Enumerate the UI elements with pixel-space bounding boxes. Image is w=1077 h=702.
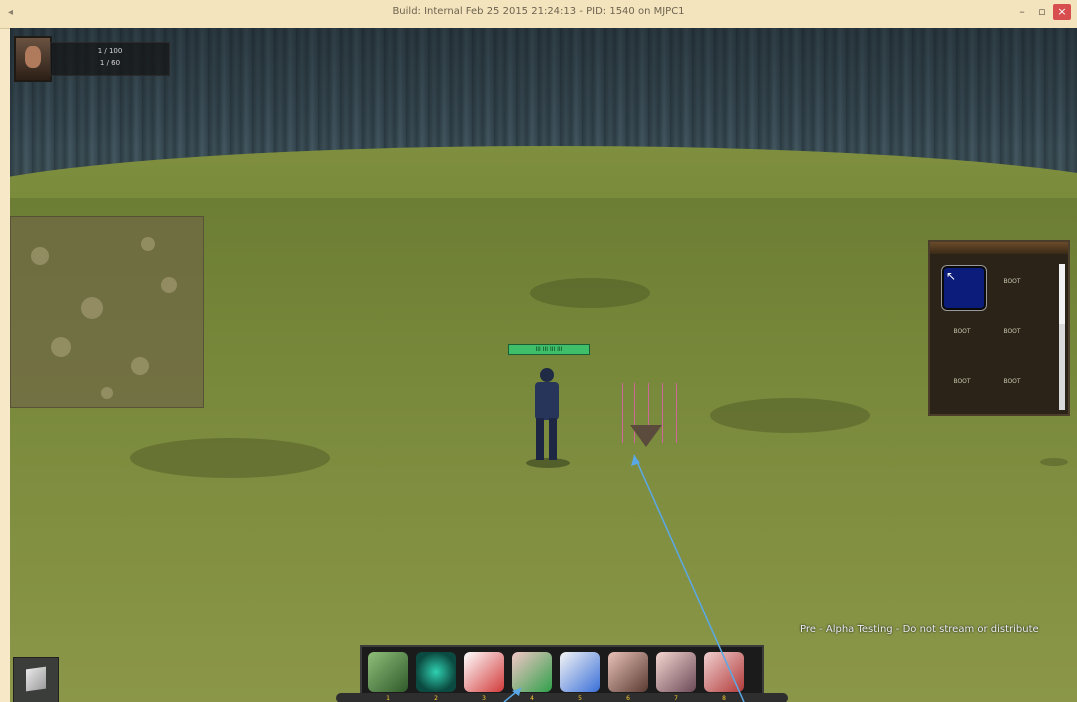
minimap-marker bbox=[131, 357, 149, 375]
cube-icon bbox=[26, 666, 46, 692]
skill-slot-2[interactable]: 2 bbox=[416, 652, 456, 702]
ground-patch bbox=[1040, 458, 1068, 466]
minimize-button[interactable]: – bbox=[1013, 4, 1031, 20]
skill-key: 7 bbox=[674, 695, 678, 702]
ground-patch bbox=[530, 278, 650, 308]
marker-line bbox=[622, 383, 623, 443]
nameplate-text: III III III III bbox=[535, 346, 563, 353]
inventory-panel[interactable]: ↖ BOOT BOOT BOOT BOOT BOOT bbox=[928, 240, 1070, 416]
skill-key: 4 bbox=[530, 695, 534, 702]
action-bar: 1 2 3 4 5 6 7 8 bbox=[336, 645, 788, 702]
minimap-marker bbox=[31, 247, 49, 265]
health-readout: 1 / 100 bbox=[97, 47, 123, 55]
close-button[interactable]: × bbox=[1053, 4, 1071, 20]
skill-key: 2 bbox=[434, 695, 438, 702]
character-head bbox=[540, 368, 554, 382]
slot-label: BOOT bbox=[1003, 278, 1021, 285]
pre-alpha-watermark: Pre - Alpha Testing - Do not stream or d… bbox=[800, 624, 1039, 635]
ground-patch bbox=[710, 398, 870, 433]
slot-label: BOOT bbox=[1003, 378, 1021, 385]
portrait-face-icon bbox=[25, 46, 41, 68]
skill-slot-4[interactable]: 4 bbox=[512, 652, 552, 702]
skill-slot-1[interactable]: 1 bbox=[368, 652, 408, 702]
inventory-slot-active[interactable]: ↖ bbox=[942, 266, 986, 310]
player-status-bars: 1 / 100 1 / 60 bbox=[50, 42, 170, 76]
skill-key: 1 bbox=[386, 695, 390, 702]
window-titlebar: ◂ Build: Internal Feb 25 2015 21:24:13 -… bbox=[0, 0, 1077, 29]
inventory-slot[interactable]: BOOT bbox=[992, 366, 1032, 406]
inventory-scroll-thumb[interactable] bbox=[1059, 264, 1065, 324]
skill-slot-7[interactable]: 7 bbox=[656, 652, 696, 702]
inventory-slot[interactable]: BOOT bbox=[992, 316, 1032, 356]
player-character[interactable] bbox=[522, 368, 572, 468]
minimap-marker bbox=[161, 277, 177, 293]
character-shadow bbox=[526, 458, 570, 468]
minimap-marker bbox=[81, 297, 103, 319]
maximize-button[interactable]: ▫ bbox=[1033, 4, 1051, 20]
skill-slot-8[interactable]: 8 bbox=[704, 652, 744, 702]
character-health-bar: III III III III bbox=[508, 344, 590, 355]
inventory-header bbox=[930, 242, 1068, 254]
skill-key: 5 bbox=[578, 695, 582, 702]
slot-label: BOOT bbox=[953, 378, 971, 385]
marker-line bbox=[676, 383, 677, 443]
slot-label: BOOT bbox=[953, 328, 971, 335]
minimap-marker bbox=[101, 387, 113, 399]
game-viewport[interactable]: 1 / 100 1 / 60 III III III III ↖ BOOT BO… bbox=[10, 28, 1077, 702]
slot-label: BOOT bbox=[1003, 328, 1021, 335]
minimap[interactable] bbox=[10, 216, 204, 408]
skill-slot-6[interactable]: 6 bbox=[608, 652, 648, 702]
ground-patch bbox=[130, 438, 330, 478]
minimap-marker bbox=[141, 237, 155, 251]
cursor-icon: ↖ bbox=[946, 269, 957, 283]
window-title: Build: Internal Feb 25 2015 21:24:13 - P… bbox=[392, 6, 685, 17]
minimap-marker bbox=[51, 337, 71, 357]
skill-key: 8 bbox=[722, 695, 726, 702]
window-controls: – ▫ × bbox=[1013, 4, 1071, 20]
mana-readout: 1 / 60 bbox=[99, 59, 121, 67]
target-cone-icon bbox=[630, 425, 662, 447]
player-portrait[interactable] bbox=[14, 36, 52, 82]
character-leg bbox=[549, 418, 557, 460]
target-ground-marker[interactable] bbox=[616, 383, 686, 463]
skill-slot-5[interactable]: 5 bbox=[560, 652, 600, 702]
character-leg bbox=[536, 418, 544, 460]
skill-key: 3 bbox=[482, 695, 486, 702]
inventory-slot[interactable]: BOOT bbox=[942, 366, 982, 406]
skill-slot-3[interactable]: 3 bbox=[464, 652, 504, 702]
menu-cube-button[interactable] bbox=[13, 657, 59, 702]
character-body bbox=[535, 382, 559, 420]
marker-line bbox=[662, 383, 663, 443]
inventory-slot[interactable]: BOOT bbox=[992, 266, 1032, 306]
skill-key: 6 bbox=[626, 695, 630, 702]
inventory-slot[interactable]: BOOT bbox=[942, 316, 982, 356]
